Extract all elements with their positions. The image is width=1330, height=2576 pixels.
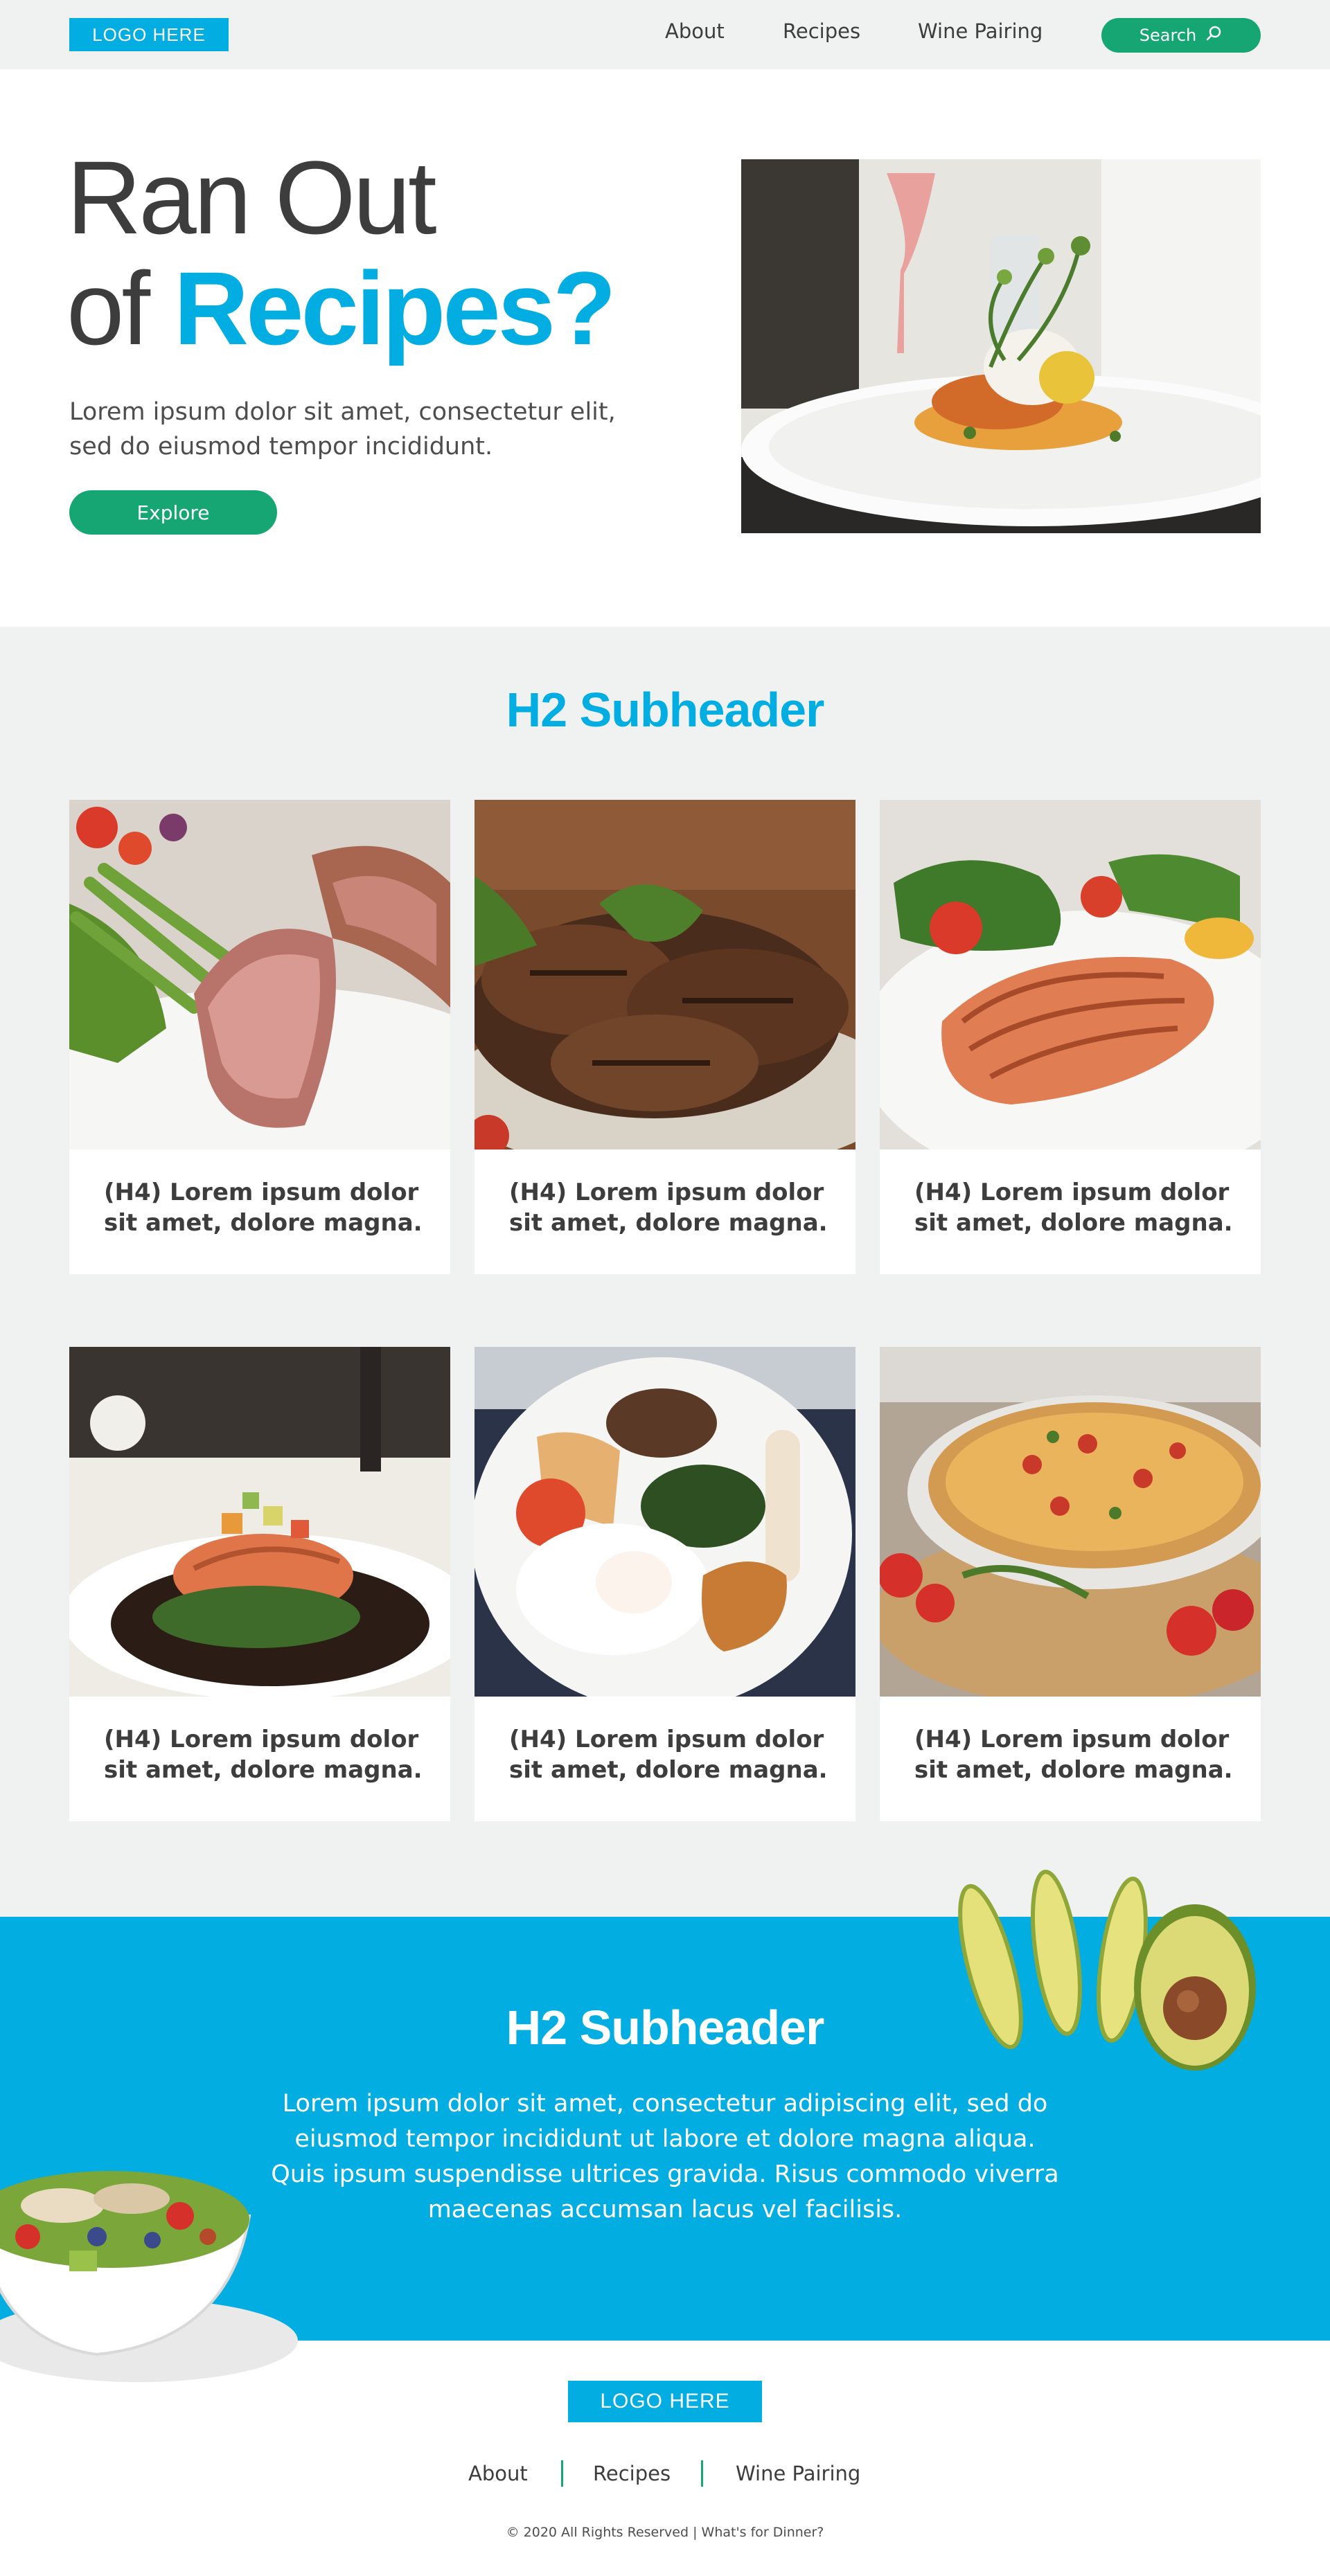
footer-divider [701,2460,703,2487]
nav-link-recipes[interactable]: Recipes [783,19,860,43]
footer-logo[interactable]: LOGO HERE [568,2381,762,2422]
nav-link-wine-pairing[interactable]: Wine Pairing [918,19,1043,43]
nav-link-about[interactable]: About [665,19,725,43]
hero-image [741,159,1261,533]
hero-title-line1: Ran Out [66,139,437,256]
footer-link-about[interactable]: About [468,2462,528,2485]
hero-title-line2: of [66,250,174,366]
recipe-image-salmon [880,800,1261,1150]
top-navigation: LOGO HERE About Recipes Wine Pairing Sea… [0,0,1330,69]
cta-body: Lorem ipsum dolor sit amet, consectetur … [271,2090,1059,2224]
recipe-image-breakfast [475,1347,855,1697]
search-button-label: Search [1139,26,1197,45]
recipe-card[interactable]: (H4) Lorem ipsum dolor sit amet, dolore … [475,1347,855,1821]
copyright-text: © 2020 All Rights Reserved | What's for … [506,2525,824,2540]
explore-button[interactable]: Explore [69,490,277,535]
featured-recipes-section: H2 Subheader (H4) Lorem ipsum dolor sit … [0,627,1330,1918]
search-icon [1205,24,1223,46]
footer-link-wine-pairing[interactable]: Wine Pairing [736,2462,860,2485]
recipe-card-title: (H4) Lorem ipsum dolor sit amet, dolore … [509,1726,828,1784]
recipe-image-salmon-vegetables [69,1347,450,1697]
recipe-card[interactable]: (H4) Lorem ipsum dolor sit amet, dolore … [475,800,855,1274]
featured-heading: H2 Subheader [506,683,825,737]
hero-title-accent: Recipes? [173,250,617,366]
hero-body: Lorem ipsum dolor sit amet, consectetur … [69,398,616,460]
recipe-card-title: (H4) Lorem ipsum dolor sit amet, dolore … [914,1726,1233,1784]
recipe-image-pizza [880,1347,1261,1697]
recipe-image-grilled-meat [475,800,855,1150]
footer-link-recipes[interactable]: Recipes [593,2462,671,2485]
recipe-card-title: (H4) Lorem ipsum dolor sit amet, dolore … [509,1179,828,1237]
salad-bowl-decoration [0,2133,298,2382]
header-logo[interactable]: LOGO HERE [69,18,229,51]
recipe-card-title: (H4) Lorem ipsum dolor sit amet, dolore … [914,1179,1233,1237]
recipe-card-title: (H4) Lorem ipsum dolor sit amet, dolore … [104,1726,423,1784]
recipe-card[interactable]: (H4) Lorem ipsum dolor sit amet, dolore … [69,800,450,1274]
recipe-card[interactable]: (H4) Lorem ipsum dolor sit amet, dolore … [69,1347,450,1821]
footer-divider [561,2460,563,2487]
recipe-card[interactable]: (H4) Lorem ipsum dolor sit amet, dolore … [880,1347,1261,1821]
avocado-decoration [921,1863,1275,2091]
hero-title: Ran Out of Recipes? [66,139,617,366]
recipe-image-steak [69,800,450,1150]
recipe-card-title: (H4) Lorem ipsum dolor sit amet, dolore … [104,1179,423,1237]
recipe-card[interactable]: (H4) Lorem ipsum dolor sit amet, dolore … [880,800,1261,1274]
search-button[interactable]: Search [1101,18,1261,53]
